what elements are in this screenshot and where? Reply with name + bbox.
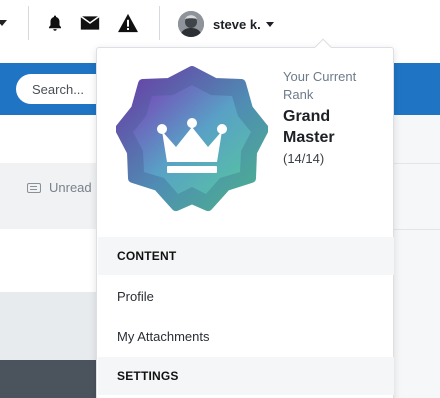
page-section — [0, 292, 96, 360]
rank-name: Grand Master — [283, 108, 335, 146]
user-menu-toggle[interactable]: steve k. — [178, 10, 274, 38]
rank-badge-icon — [115, 65, 269, 217]
notification-bell-icon[interactable] — [42, 10, 68, 36]
message-icon — [27, 182, 41, 193]
search-input[interactable] — [16, 74, 108, 104]
unread-filter[interactable]: Unread — [27, 180, 92, 195]
top-header: steve k. — [0, 0, 440, 47]
page-footer — [0, 360, 96, 398]
search-bar-band — [394, 63, 440, 115]
unread-label: Unread — [49, 180, 92, 195]
section-header-content: CONTENT — [98, 237, 394, 275]
rank-info: Your Current Rank Grand Master (14/14) — [283, 68, 383, 168]
menu-item-my-attachments[interactable]: My Attachments — [98, 317, 394, 357]
envelope-icon[interactable] — [77, 10, 103, 36]
chevron-down-icon[interactable] — [265, 22, 274, 27]
filter-bar — [0, 163, 96, 229]
user-dropdown-menu: Your Current Rank Grand Master (14/14) C… — [96, 38, 394, 398]
divider — [394, 229, 440, 230]
menu-item-profile[interactable]: Profile — [98, 277, 394, 317]
rank-caption: Your Current Rank — [283, 69, 357, 102]
divider — [159, 6, 160, 40]
divider — [394, 163, 440, 164]
username[interactable]: steve k. — [213, 17, 261, 32]
warning-icon[interactable] — [115, 10, 141, 36]
avatar[interactable] — [178, 11, 204, 37]
divider — [28, 6, 29, 40]
rank-progress: (14/14) — [283, 151, 325, 166]
page-background — [394, 115, 440, 398]
chevron-down-icon[interactable] — [0, 20, 7, 26]
section-header-settings: SETTINGS — [98, 357, 394, 395]
